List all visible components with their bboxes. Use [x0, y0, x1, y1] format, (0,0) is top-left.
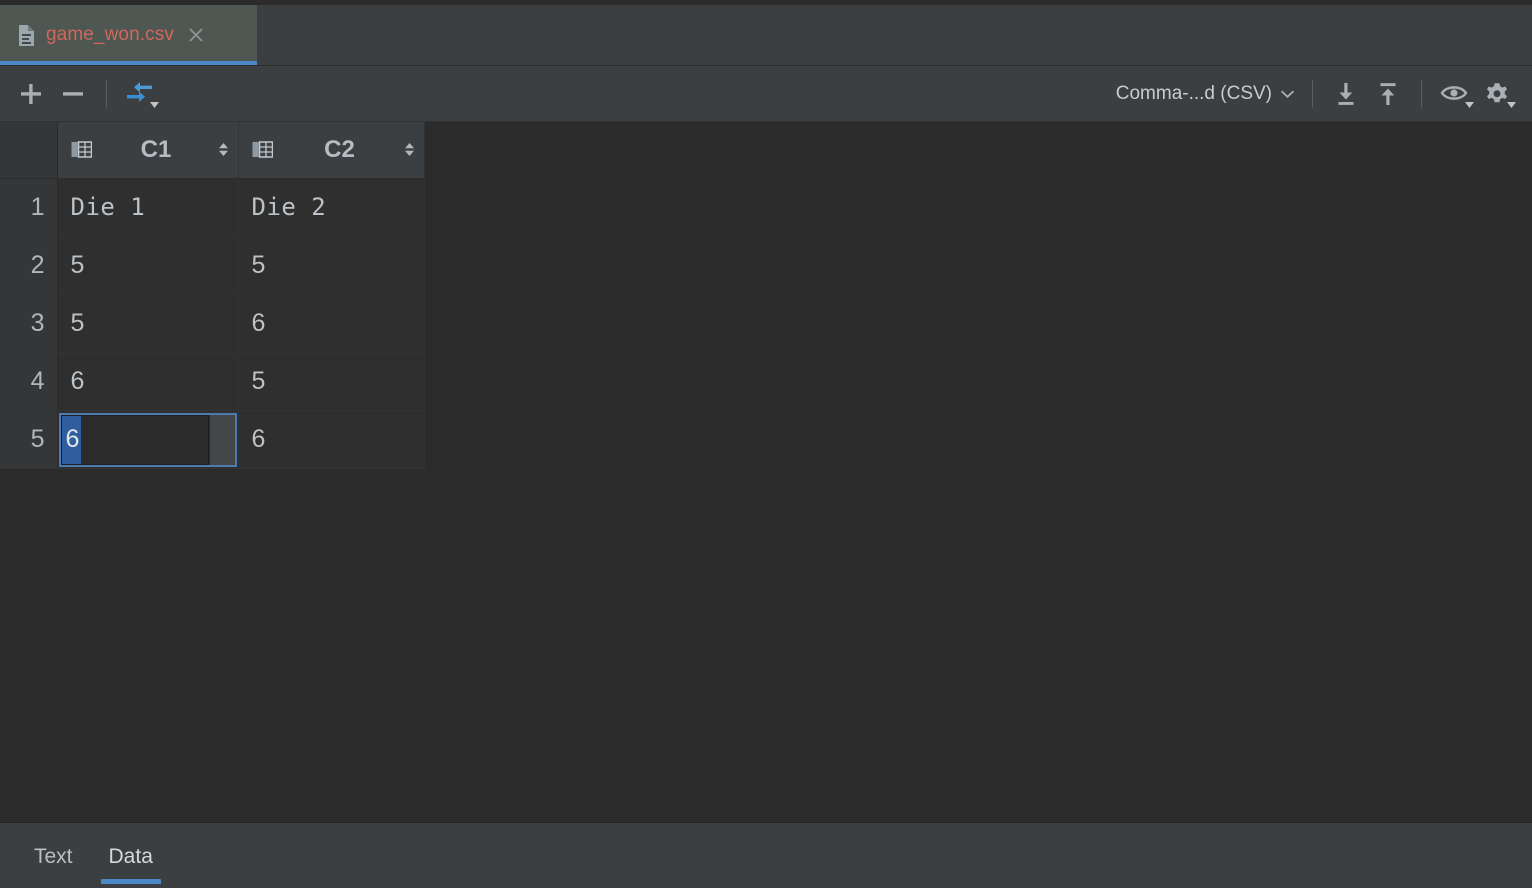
table-row: 3 5 6 — [0, 294, 425, 353]
table-row: 4 6 5 — [0, 352, 425, 411]
editor-view-tab-bar: Text Data — [0, 822, 1532, 888]
column-table-icon — [252, 141, 273, 158]
cell-r5-c2[interactable]: 6 — [238, 410, 425, 469]
add-row-button[interactable] — [10, 74, 52, 114]
column-header-c1[interactable]: C1 — [57, 122, 239, 179]
row-number-cell[interactable]: 3 — [0, 294, 58, 353]
active-view-tab-underline — [100, 879, 161, 884]
cell-value: 6 — [251, 424, 266, 453]
cell-value: 6 — [70, 366, 85, 395]
row-number-cell[interactable]: 4 — [0, 352, 58, 411]
column-table-icon — [71, 141, 92, 158]
column-header-label: C1 — [140, 135, 172, 163]
cell-value: 5 — [251, 366, 266, 395]
cell-r4-c1[interactable]: 6 — [57, 352, 239, 411]
table-row: 1 Die 1 Die 2 — [0, 178, 425, 237]
cell-r3-c1[interactable]: 5 — [57, 294, 239, 353]
editor-tab-game-won-csv[interactable]: game_won.csv — [0, 5, 257, 65]
settings-button[interactable] — [1476, 74, 1518, 114]
tab-text-label: Text — [34, 845, 73, 868]
csv-format-dropdown[interactable]: Comma-...d (CSV) — [1108, 79, 1300, 109]
close-icon[interactable] — [186, 25, 206, 45]
cell-r1-c1[interactable]: Die 1 — [57, 178, 239, 237]
sort-arrows-icon[interactable] — [404, 140, 415, 159]
plus-icon — [21, 83, 41, 104]
table-row: 5 6 6 — [0, 410, 425, 469]
editor-tab-label: game_won.csv — [46, 24, 174, 45]
chevron-down-icon — [1281, 90, 1294, 98]
cell-value: Die 2 — [251, 193, 327, 221]
export-upload-icon — [1380, 82, 1396, 105]
cell-r2-c2[interactable]: 5 — [238, 236, 425, 295]
cell-editor-value: 6 — [61, 415, 82, 464]
csv-format-label: Comma-...d (CSV) — [1115, 82, 1272, 104]
row-number-cell[interactable]: 5 — [0, 410, 58, 469]
cell-editor[interactable]: 6 — [58, 412, 237, 467]
cell-r1-c2[interactable]: Die 2 — [238, 178, 425, 237]
tab-text[interactable]: Text — [16, 826, 91, 888]
editor-tab-bar: game_won.csv — [0, 0, 1532, 66]
column-header-c2[interactable]: C2 — [238, 122, 425, 179]
view-options-button[interactable] — [1434, 74, 1476, 114]
data-editor-toolbar: Comma-...d (CSV) — [0, 66, 1532, 122]
import-data-button[interactable] — [1325, 74, 1367, 114]
minus-icon — [63, 91, 83, 96]
row-number-cell[interactable]: 2 — [0, 236, 58, 295]
dropdown-caret-icon — [1465, 101, 1474, 108]
dropdown-caret-icon — [150, 101, 159, 108]
csv-data-table: C1 C2 1 Die 1 Die 2 2 5 5 3 5 6 4 6 5 5 … — [0, 122, 425, 469]
cell-value: 5 — [251, 250, 266, 279]
export-data-button[interactable] — [1367, 74, 1409, 114]
tab-data[interactable]: Data — [91, 826, 171, 888]
cell-editor-expand-handle[interactable] — [208, 414, 235, 465]
import-download-icon — [1338, 82, 1354, 105]
cell-editor-input[interactable]: 6 — [60, 414, 209, 465]
cell-value: 6 — [251, 308, 266, 337]
table-body: 1 Die 1 Die 2 2 5 5 3 5 6 4 6 5 5 6 6 — [0, 178, 425, 469]
table-row: 2 5 5 — [0, 236, 425, 295]
csv-editor-window: game_won.csv Comma-...d (CSV) C1 C2 1 Di… — [0, 0, 1532, 888]
cell-value: 5 — [70, 308, 85, 337]
column-header-label: C2 — [324, 135, 355, 163]
cell-r3-c2[interactable]: 6 — [238, 294, 425, 353]
sort-arrows-icon[interactable] — [218, 140, 229, 159]
cell-r4-c2[interactable]: 5 — [238, 352, 425, 411]
cell-value: Die 1 — [70, 193, 146, 221]
row-number-cell[interactable]: 1 — [0, 178, 58, 237]
csv-file-icon — [19, 24, 34, 46]
remove-row-button[interactable] — [52, 74, 94, 114]
table-header: C1 C2 — [0, 122, 425, 179]
cell-r2-c1[interactable]: 5 — [57, 236, 239, 295]
tab-data-label: Data — [108, 845, 153, 868]
csv-data-grid-area: C1 C2 1 Die 1 Die 2 2 5 5 3 5 6 4 6 5 5 … — [0, 122, 1532, 822]
dropdown-caret-icon — [1507, 101, 1516, 108]
active-tab-underline — [0, 61, 257, 65]
row-number-header — [0, 122, 58, 179]
transpose-button[interactable] — [119, 74, 161, 114]
toolbar-divider-3 — [1421, 79, 1422, 108]
toolbar-divider-1 — [106, 79, 107, 108]
cell-r5-c1-editing[interactable]: 6 — [57, 410, 239, 469]
toolbar-divider-2 — [1312, 79, 1313, 108]
cell-value: 5 — [70, 250, 85, 279]
